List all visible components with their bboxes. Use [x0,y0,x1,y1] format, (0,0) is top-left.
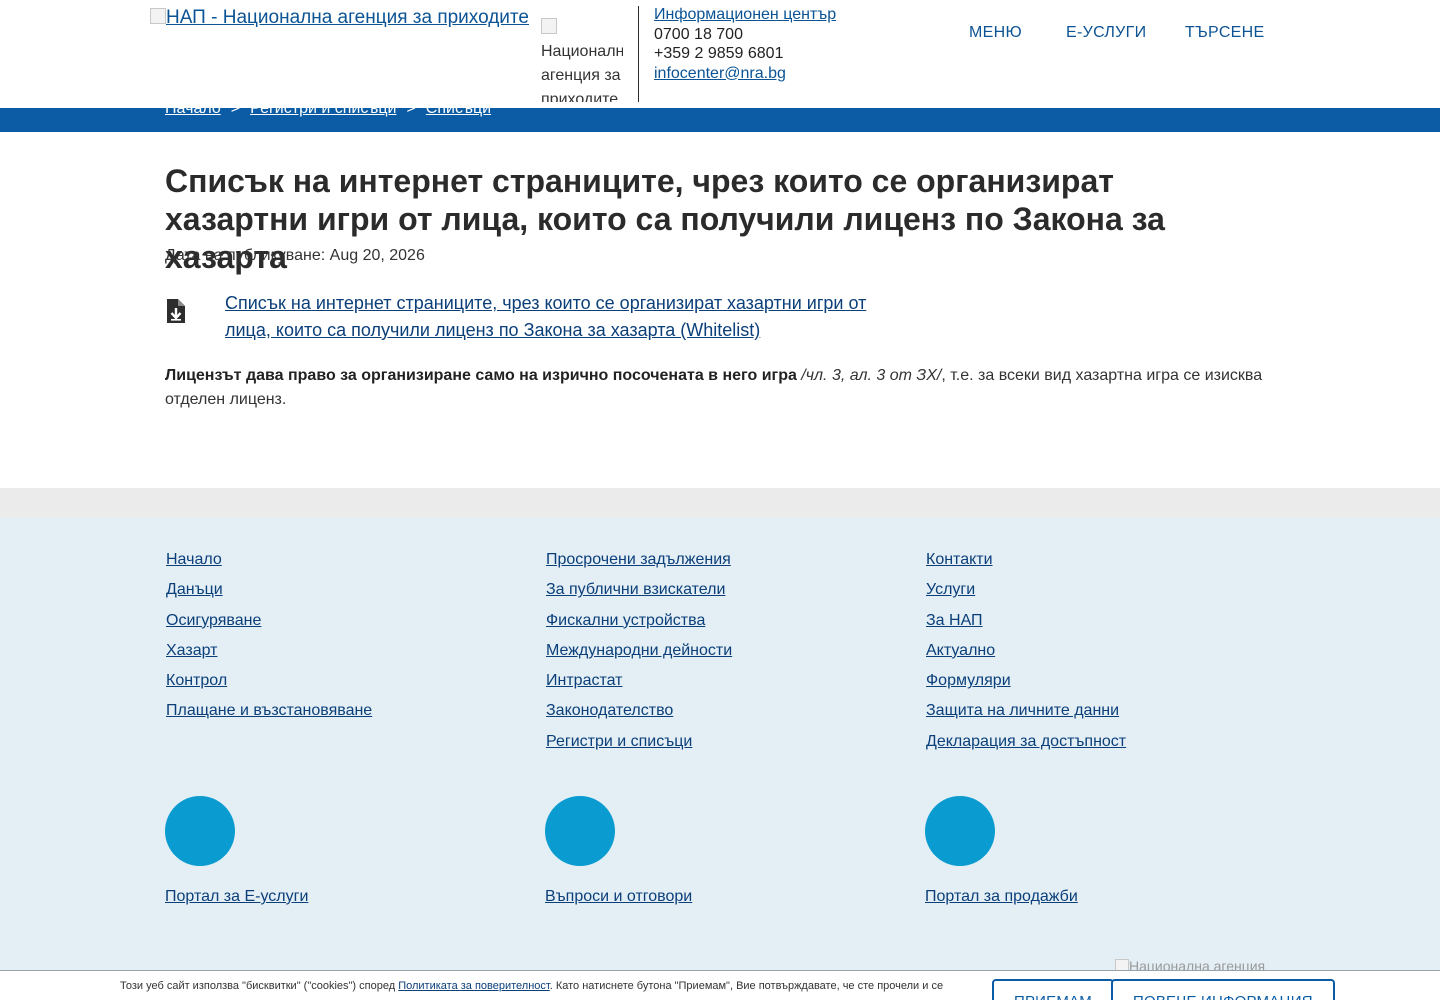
header-divider [638,6,639,102]
footer-link-home[interactable]: Начало [166,545,372,575]
cookie-text-before: Този уеб сайт използва "бисквитки" ("coo… [120,980,399,992]
eservices-portal-link[interactable]: Портал за Е-услуги [165,888,308,906]
faq-portal-icon[interactable] [545,796,615,866]
info-center-link[interactable]: Информационен център [654,6,836,23]
footer-link-accessibility[interactable]: Декларация за достъпност [926,727,1126,757]
footer-link-forms[interactable]: Формуляри [926,666,1126,696]
footer-link-control[interactable]: Контрол [166,666,372,696]
breadcrumb-registers[interactable]: Регистри и списъци [250,100,396,117]
more-info-button[interactable]: Повече информация [1111,979,1335,1000]
footer-link-data-protection[interactable]: Защита на личните данни [926,696,1126,726]
sales-portal-icon[interactable] [925,796,995,866]
search-button[interactable]: ТЪРСЕНЕ [1185,24,1264,42]
footer-link-legislation[interactable]: Законодателство [546,696,732,726]
footer-link-registers[interactable]: Регистри и списъци [546,727,732,757]
phone-number-1: 0700 18 700 [654,25,743,43]
publication-date-label: Дата на публикуване: [165,247,326,264]
footer-link-fiscal-devices[interactable]: Фискални устройства [546,606,732,636]
eservices-portal-icon[interactable] [165,796,235,866]
breadcrumb: Начало > Регистри и списъци > Списъци [165,100,491,118]
nra-logo-link[interactable]: НАП - Национална агенция за приходите [150,7,532,37]
menu-button[interactable]: МЕНЮ [969,24,1022,42]
footer-link-news[interactable]: Актуално [926,636,1126,666]
info-center: Информационен център 0700 18 700 +359 2 … [654,5,836,83]
email-link[interactable]: infocenter@nra.bg [654,65,786,82]
cookie-banner: Този уеб сайт използва "бисквитки" ("coo… [0,970,1440,1000]
cookie-text-after: . Като натиснете бутона "Приемам", Вие п… [549,980,944,992]
footer-link-overdue[interactable]: Просрочени задължения [546,545,732,575]
footer-column-3: Контакти Услуги За НАП Актуално Формуляр… [926,545,1126,757]
footer-link-contacts[interactable]: Контакти [926,545,1126,575]
eservices-button[interactable]: Е-УСЛУГИ [1066,24,1146,42]
footer-column-1: Начало Данъци Осигуряване Хазарт Контрол… [166,545,372,727]
footer-link-public-creditors[interactable]: За публични взискатели [546,575,732,605]
privacy-policy-link[interactable]: Политиката за поверителност [398,980,550,992]
footer-link-about[interactable]: За НАП [926,606,1126,636]
site-header: НАП - Национална агенция за приходите На… [0,0,1440,108]
breadcrumb-separator: > [406,100,416,117]
footer-link-gambling[interactable]: Хазарт [166,636,372,666]
footer-link-international[interactable]: Международни дейности [546,636,732,666]
secondary-logo-alt-text: Национална агенция за приходите [541,43,623,102]
footer-link-insurance[interactable]: Осигуряване [166,606,372,636]
publication-date-value: Aug 20, 2026 [329,247,425,264]
phone-number-2: +359 2 9859 6801 [654,45,784,62]
license-note-bold: Лицензът дава право за организиране само… [165,367,797,384]
breadcrumb-separator: > [230,100,241,117]
footer-separator [0,488,1440,518]
broken-image-icon [541,18,557,34]
license-note-reference: /чл. 3, ал. 3 от ЗХ/ [796,367,942,384]
footer-column-2: Просрочени задължения За публични взиска… [546,545,732,757]
license-note: Лицензът дава право за организиране само… [165,364,1275,412]
footer-link-services[interactable]: Услуги [926,575,1126,605]
faq-portal-link[interactable]: Въпроси и отговори [545,888,692,906]
publication-date: Дата на публикуване: Aug 20, 2026 [165,247,425,265]
accept-cookies-button[interactable]: Приемам [992,979,1114,1000]
cookie-message: Този уеб сайт използва "бисквитки" ("coo… [120,980,943,992]
file-download-icon[interactable] [165,298,187,324]
broken-image-icon [150,8,166,24]
site-footer: Начало Данъци Осигуряване Хазарт Контрол… [0,518,1440,1000]
breadcrumb-home[interactable]: Начало [165,100,221,117]
footer-link-payments[interactable]: Плащане и възстановяване [166,696,372,726]
breadcrumb-lists[interactable]: Списъци [426,100,491,117]
sales-portal-link[interactable]: Портал за продажби [925,888,1078,906]
whitelist-document-link[interactable]: Списък на интернет страниците, чрез коит… [225,290,885,344]
logo-alt-text: НАП - Национална агенция за приходите [166,7,529,28]
footer-link-intrastat[interactable]: Интрастат [546,666,732,696]
footer-link-taxes[interactable]: Данъци [166,575,372,605]
secondary-logo: Национална агенция за приходите [541,16,623,102]
